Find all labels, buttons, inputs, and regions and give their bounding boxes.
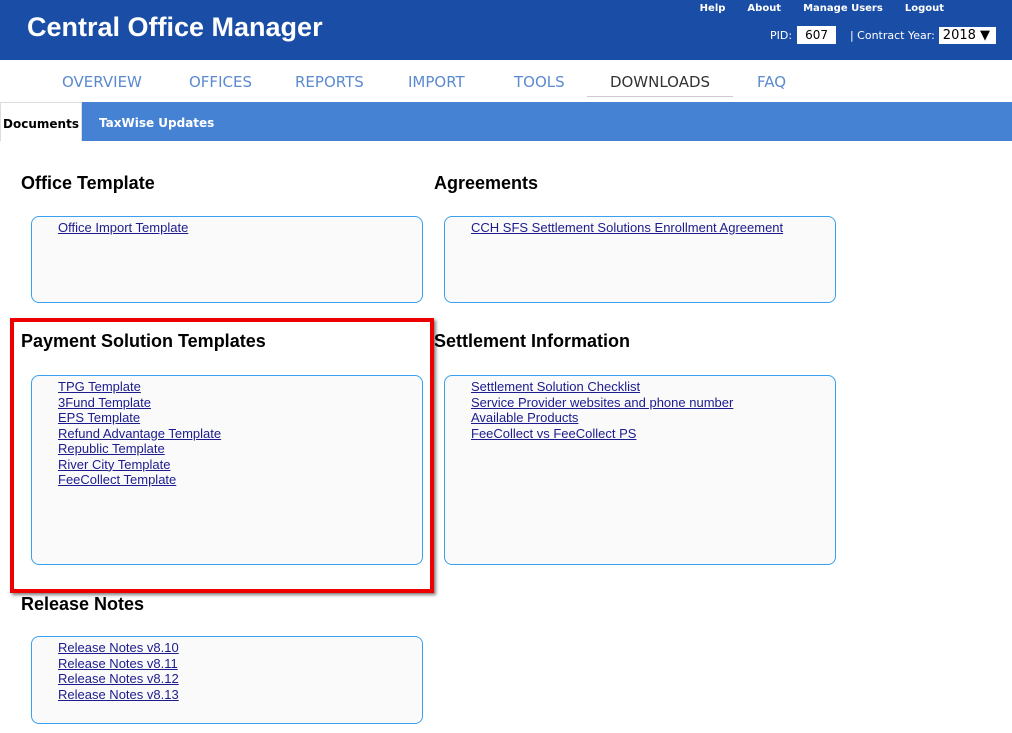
tab-documents[interactable]: Documents [0,102,82,141]
tab-taxwise-updates[interactable]: TaxWise Updates [99,102,214,141]
settlement-info-heading: Settlement Information [434,331,630,352]
refund-advantage-template-link[interactable]: Refund Advantage Template [58,426,422,442]
enrollment-agreement-link[interactable]: CCH SFS Settlement Solutions Enrollment … [471,220,835,236]
feecollect-template-link[interactable]: FeeCollect Template [58,472,422,488]
office-template-heading: Office Template [21,173,155,194]
feecollect-vs-link[interactable]: FeeCollect vs FeeCollect PS [471,426,835,442]
release-notes-link[interactable]: Release Notes v8.12 [58,671,422,687]
contract-year-select[interactable]: 2018 ▼ [939,27,996,44]
subtab-bar: Documents TaxWise Updates [0,102,1012,141]
pid-label: PID: [770,29,792,42]
office-template-box: Office Import Template [31,216,423,303]
release-notes-link[interactable]: Release Notes v8.13 [58,687,422,703]
app-title: Central Office Manager [27,12,323,43]
release-notes-link[interactable]: Release Notes v8.10 [58,640,422,656]
3fund-template-link[interactable]: 3Fund Template [58,395,422,411]
release-notes-heading: Release Notes [21,594,144,615]
nav-overview[interactable]: OVERVIEW [62,73,142,91]
app-header: Central Office Manager Help About Manage… [0,0,1012,60]
main-nav: OVERVIEW OFFICES REPORTS IMPORT TOOLS DO… [0,60,1012,102]
contract-year-label: | Contract Year: [850,29,935,42]
nav-reports[interactable]: REPORTS [295,73,364,91]
republic-template-link[interactable]: Republic Template [58,441,422,457]
tpg-template-link[interactable]: TPG Template [58,379,422,395]
nav-faq[interactable]: FAQ [757,73,786,91]
river-city-template-link[interactable]: River City Template [58,457,422,473]
payment-solution-heading: Payment Solution Templates [21,331,266,352]
nav-downloads[interactable]: DOWNLOADS [587,73,733,97]
agreements-heading: Agreements [434,173,538,194]
release-notes-link[interactable]: Release Notes v8.11 [58,656,422,672]
about-link[interactable]: About [747,3,781,14]
service-provider-link[interactable]: Service Provider websites and phone numb… [471,395,835,411]
settlement-info-box: Settlement Solution Checklist Service Pr… [444,375,836,565]
release-notes-box: Release Notes v8.10 Release Notes v8.11 … [31,636,423,724]
payment-solution-box: TPG Template 3Fund Template EPS Template… [31,375,423,565]
pid-value: 607 [797,26,836,44]
nav-tools[interactable]: TOOLS [514,73,565,91]
manage-users-link[interactable]: Manage Users [803,3,883,14]
logout-link[interactable]: Logout [905,3,944,14]
eps-template-link[interactable]: EPS Template [58,410,422,426]
nav-import[interactable]: IMPORT [408,73,465,91]
office-import-template-link[interactable]: Office Import Template [58,220,422,236]
help-link[interactable]: Help [700,3,726,14]
available-products-link[interactable]: Available Products [471,410,835,426]
nav-offices[interactable]: OFFICES [189,73,252,91]
settlement-checklist-link[interactable]: Settlement Solution Checklist [471,379,835,395]
agreements-box: CCH SFS Settlement Solutions Enrollment … [444,216,836,303]
